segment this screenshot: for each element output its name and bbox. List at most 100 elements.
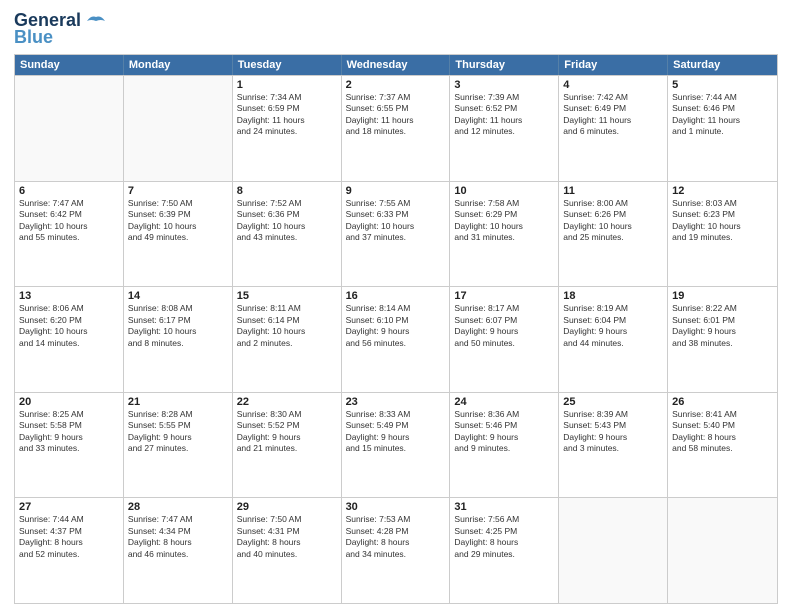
cell-line: Sunset: 6:42 PM (19, 209, 119, 220)
day-number: 7 (128, 185, 228, 197)
day-number: 16 (346, 290, 446, 302)
cell-line: and 46 minutes. (128, 549, 228, 560)
cal-cell-day-10: 10Sunrise: 7:58 AMSunset: 6:29 PMDayligh… (450, 182, 559, 287)
cell-line: and 14 minutes. (19, 338, 119, 349)
cal-cell-day-2: 2Sunrise: 7:37 AMSunset: 6:55 PMDaylight… (342, 76, 451, 181)
day-number: 4 (563, 79, 663, 91)
day-number: 27 (19, 501, 119, 513)
cell-line: Sunrise: 8:19 AM (563, 303, 663, 314)
cal-header-thursday: Thursday (450, 55, 559, 75)
cell-line: and 44 minutes. (563, 338, 663, 349)
cell-line: Sunrise: 8:39 AM (563, 409, 663, 420)
cell-line: and 27 minutes. (128, 443, 228, 454)
cell-line: Sunset: 6:26 PM (563, 209, 663, 220)
cell-line: Daylight: 8 hours (454, 537, 554, 548)
cell-line: Sunset: 6:55 PM (346, 103, 446, 114)
cell-line: Daylight: 11 hours (672, 115, 773, 126)
cell-line: Daylight: 9 hours (563, 326, 663, 337)
logo: General Blue (14, 10, 107, 48)
cal-cell-day-28: 28Sunrise: 7:47 AMSunset: 4:34 PMDayligh… (124, 498, 233, 603)
cell-line: Daylight: 10 hours (454, 221, 554, 232)
cell-line: and 3 minutes. (563, 443, 663, 454)
cell-line: and 19 minutes. (672, 232, 773, 243)
day-number: 8 (237, 185, 337, 197)
day-number: 18 (563, 290, 663, 302)
cell-line: Daylight: 8 hours (672, 432, 773, 443)
calendar-body: 1Sunrise: 7:34 AMSunset: 6:59 PMDaylight… (15, 75, 777, 603)
cell-line: and 52 minutes. (19, 549, 119, 560)
cell-line: Sunset: 6:59 PM (237, 103, 337, 114)
cal-cell-empty (124, 76, 233, 181)
cell-line: and 8 minutes. (128, 338, 228, 349)
cell-line: and 18 minutes. (346, 126, 446, 137)
cell-line: Daylight: 11 hours (563, 115, 663, 126)
cell-line: Daylight: 8 hours (346, 537, 446, 548)
cell-line: Sunset: 4:34 PM (128, 526, 228, 537)
cell-line: Daylight: 9 hours (672, 326, 773, 337)
cal-cell-empty (15, 76, 124, 181)
cell-line: and 34 minutes. (346, 549, 446, 560)
day-number: 6 (19, 185, 119, 197)
cell-line: and 1 minute. (672, 126, 773, 137)
day-number: 25 (563, 396, 663, 408)
cell-line: Daylight: 10 hours (346, 221, 446, 232)
cell-line: and 12 minutes. (454, 126, 554, 137)
cell-line: Sunset: 4:31 PM (237, 526, 337, 537)
day-number: 29 (237, 501, 337, 513)
day-number: 20 (19, 396, 119, 408)
cell-line: and 31 minutes. (454, 232, 554, 243)
cell-line: Sunrise: 8:36 AM (454, 409, 554, 420)
day-number: 23 (346, 396, 446, 408)
cell-line: and 37 minutes. (346, 232, 446, 243)
calendar: SundayMondayTuesdayWednesdayThursdayFrid… (14, 54, 778, 604)
day-number: 28 (128, 501, 228, 513)
cell-line: Daylight: 10 hours (237, 326, 337, 337)
cell-line: Sunset: 6:29 PM (454, 209, 554, 220)
cell-line: Daylight: 10 hours (128, 326, 228, 337)
cal-cell-day-6: 6Sunrise: 7:47 AMSunset: 6:42 PMDaylight… (15, 182, 124, 287)
cal-header-wednesday: Wednesday (342, 55, 451, 75)
cell-line: Sunset: 5:46 PM (454, 420, 554, 431)
cell-line: Sunrise: 7:34 AM (237, 92, 337, 103)
cell-line: Sunset: 4:37 PM (19, 526, 119, 537)
cell-line: Sunset: 6:49 PM (563, 103, 663, 114)
cal-cell-day-1: 1Sunrise: 7:34 AMSunset: 6:59 PMDaylight… (233, 76, 342, 181)
cal-cell-day-4: 4Sunrise: 7:42 AMSunset: 6:49 PMDaylight… (559, 76, 668, 181)
cell-line: and 49 minutes. (128, 232, 228, 243)
cell-line: Daylight: 8 hours (19, 537, 119, 548)
cell-line: Daylight: 10 hours (19, 221, 119, 232)
cal-cell-empty (559, 498, 668, 603)
cell-line: Daylight: 9 hours (454, 432, 554, 443)
cal-cell-day-29: 29Sunrise: 7:50 AMSunset: 4:31 PMDayligh… (233, 498, 342, 603)
cell-line: and 9 minutes. (454, 443, 554, 454)
cell-line: Sunset: 6:17 PM (128, 315, 228, 326)
cell-line: Daylight: 11 hours (237, 115, 337, 126)
cell-line: Sunset: 6:20 PM (19, 315, 119, 326)
cal-cell-day-27: 27Sunrise: 7:44 AMSunset: 4:37 PMDayligh… (15, 498, 124, 603)
day-number: 21 (128, 396, 228, 408)
cell-line: Sunrise: 7:55 AM (346, 198, 446, 209)
cell-line: Sunset: 6:01 PM (672, 315, 773, 326)
cell-line: Sunset: 5:43 PM (563, 420, 663, 431)
cell-line: Sunset: 6:39 PM (128, 209, 228, 220)
cell-line: Sunrise: 7:47 AM (128, 514, 228, 525)
day-number: 10 (454, 185, 554, 197)
cell-line: Sunrise: 8:17 AM (454, 303, 554, 314)
day-number: 5 (672, 79, 773, 91)
logo-text-blue: Blue (14, 27, 53, 48)
cell-line: Daylight: 9 hours (563, 432, 663, 443)
cell-line: and 15 minutes. (346, 443, 446, 454)
cell-line: Sunset: 5:58 PM (19, 420, 119, 431)
cell-line: Sunset: 4:25 PM (454, 526, 554, 537)
cal-cell-day-22: 22Sunrise: 8:30 AMSunset: 5:52 PMDayligh… (233, 393, 342, 498)
cal-cell-day-24: 24Sunrise: 8:36 AMSunset: 5:46 PMDayligh… (450, 393, 559, 498)
day-number: 9 (346, 185, 446, 197)
cal-cell-day-13: 13Sunrise: 8:06 AMSunset: 6:20 PMDayligh… (15, 287, 124, 392)
cell-line: Sunrise: 7:50 AM (128, 198, 228, 209)
cell-line: Sunrise: 7:47 AM (19, 198, 119, 209)
day-number: 15 (237, 290, 337, 302)
day-number: 26 (672, 396, 773, 408)
cal-row-5: 27Sunrise: 7:44 AMSunset: 4:37 PMDayligh… (15, 497, 777, 603)
cal-header-saturday: Saturday (668, 55, 777, 75)
cell-line: and 56 minutes. (346, 338, 446, 349)
